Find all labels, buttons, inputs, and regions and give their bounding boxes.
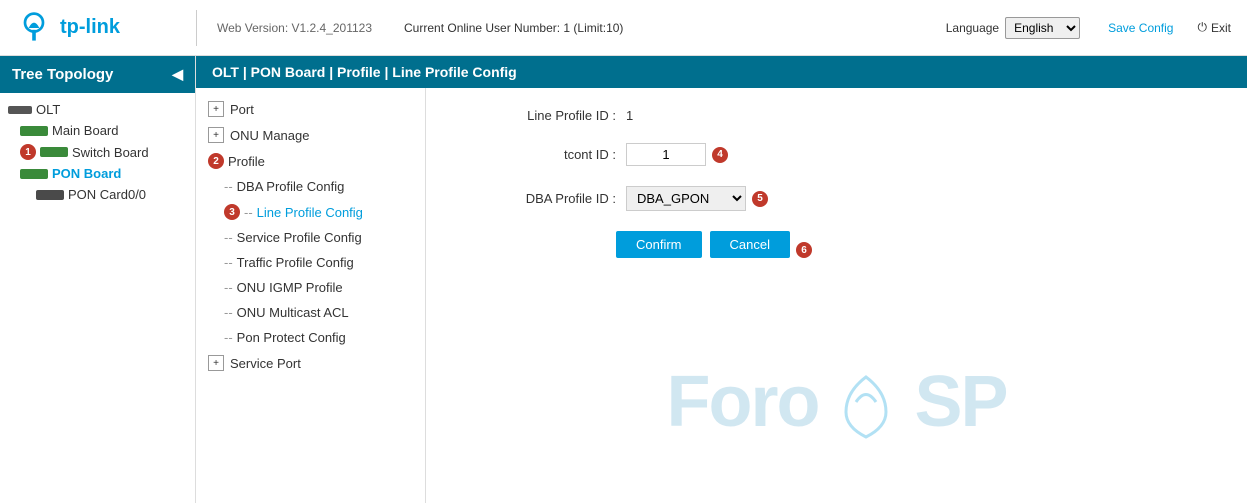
sidebar-item-olt[interactable]: OLT (0, 99, 195, 120)
cancel-button[interactable]: Cancel (710, 231, 790, 258)
sidebar: Tree Topology ◀ OLT Main Board 1 Switch … (0, 56, 196, 503)
exit-button[interactable]: ⏻ Exit (1197, 20, 1231, 35)
nav-item-profile[interactable]: 2 Profile (196, 148, 425, 174)
tcont-id-input[interactable] (626, 143, 706, 166)
save-config-button[interactable]: Save Config (1108, 21, 1173, 35)
nav-item-dba-profile-config[interactable]: -- DBA Profile Config (196, 174, 425, 199)
form-row-dba-profile-id: DBA Profile ID : DBA_GPON DBA_EPON 5 (456, 186, 1217, 211)
language-label: Language (946, 21, 999, 35)
sidebar-item-label-main-board: Main Board (52, 123, 118, 138)
form-panel: Foro SP Line Profile ID : (426, 88, 1247, 503)
service-port-expand-icon[interactable]: + (208, 355, 224, 371)
sidebar-header: Tree Topology ◀ (0, 56, 195, 93)
sidebar-item-main-board[interactable]: Main Board (0, 120, 195, 141)
logo-text: tp-link (60, 16, 120, 39)
sidebar-item-label-pon-board: PON Board (52, 166, 121, 181)
sidebar-tree: OLT Main Board 1 Switch Board PON Board (0, 93, 195, 211)
sidebar-item-label-olt: OLT (36, 102, 60, 117)
nav-item-profile-label: Profile (228, 154, 265, 169)
sidebar-item-label-switch-board: Switch Board (72, 145, 149, 160)
switch-board-badge: 1 (20, 144, 36, 160)
nav-item-service-profile-config[interactable]: -- Service Profile Config (196, 225, 425, 250)
traffic-dash: -- (224, 255, 233, 270)
nav-item-onu-multicast-label: ONU Multicast ACL (237, 305, 349, 320)
language-selector[interactable]: Language English Chinese (946, 17, 1080, 39)
breadcrumb: OLT | PON Board | Profile | Line Profile… (196, 56, 1247, 88)
nav-item-line-profile-config[interactable]: 3 -- Line Profile Config (196, 199, 425, 225)
nav-item-traffic-profile-config[interactable]: -- Traffic Profile Config (196, 250, 425, 275)
nav-item-port[interactable]: + Port (196, 96, 425, 122)
service-dash: -- (224, 230, 233, 245)
line-profile-id-value: 1 (626, 108, 633, 123)
nav-item-onu-igmp-label: ONU IGMP Profile (237, 280, 343, 295)
nav-item-onu-manage-label: ONU Manage (230, 128, 309, 143)
multicast-dash: -- (224, 305, 233, 320)
sidebar-item-label-pon-card: PON Card0/0 (68, 187, 146, 202)
form-content: Line Profile ID : 1 tcont ID : 4 DBA Pro… (456, 108, 1217, 258)
profile-badge: 2 (208, 153, 224, 169)
online-users-label: Current Online User Number: 1 (Limit:10) (404, 21, 623, 35)
dba-dash: -- (224, 179, 233, 194)
igmp-dash: -- (224, 280, 233, 295)
nav-item-service-profile-label: Service Profile Config (237, 230, 362, 245)
pon-protect-dash: -- (224, 330, 233, 345)
tcont-id-label: tcont ID : (456, 147, 616, 162)
form-row-tcont-id: tcont ID : 4 (456, 143, 1217, 166)
pon-board-icon (20, 169, 48, 179)
form-row-buttons: Confirm Cancel 6 (616, 231, 1217, 258)
watermark-icon (836, 372, 896, 442)
dba-profile-id-select[interactable]: DBA_GPON DBA_EPON (626, 186, 746, 211)
line-profile-id-label: Line Profile ID : (456, 108, 616, 123)
content-split: + Port + ONU Manage 2 Profile -- DBA Pro… (196, 88, 1247, 503)
app-header: tp-link Web Version: V1.2.4_201123 Curre… (0, 0, 1247, 56)
content-area: OLT | PON Board | Profile | Line Profile… (196, 56, 1247, 503)
line-profile-badge: 3 (224, 204, 240, 220)
nav-item-service-port-label: Service Port (230, 356, 301, 371)
nav-item-traffic-profile-label: Traffic Profile Config (237, 255, 354, 270)
port-expand-icon[interactable]: + (208, 101, 224, 117)
nav-panel: + Port + ONU Manage 2 Profile -- DBA Pro… (196, 88, 426, 503)
nav-item-onu-manage[interactable]: + ONU Manage (196, 122, 425, 148)
tplink-logo-icon (16, 10, 52, 46)
nav-item-service-port[interactable]: + Service Port (196, 350, 425, 376)
tcont-step-badge: 4 (712, 147, 728, 163)
main-board-icon (20, 126, 48, 136)
watermark: Foro SP (666, 361, 1006, 443)
watermark-text: Foro SP (666, 361, 1006, 443)
nav-item-pon-protect-label: Pon Protect Config (237, 330, 346, 345)
confirm-button[interactable]: Confirm (616, 231, 702, 258)
nav-item-port-label: Port (230, 102, 254, 117)
breadcrumb-text: OLT | PON Board | Profile | Line Profile… (212, 64, 517, 80)
dba-step-badge: 5 (752, 191, 768, 207)
form-row-line-profile-id: Line Profile ID : 1 (456, 108, 1217, 123)
sidebar-title: Tree Topology (12, 66, 113, 83)
onu-manage-expand-icon[interactable]: + (208, 127, 224, 143)
sidebar-item-pon-card[interactable]: PON Card0/0 (0, 184, 195, 205)
sidebar-collapse-icon[interactable]: ◀ (172, 66, 183, 83)
header-divider (196, 10, 197, 46)
olt-device-icon (8, 106, 32, 114)
line-dash: -- (244, 205, 253, 220)
switch-board-icon (40, 147, 68, 157)
sidebar-item-pon-board[interactable]: PON Board (0, 163, 195, 184)
logo: tp-link (16, 10, 176, 46)
exit-label: Exit (1211, 21, 1231, 35)
sidebar-item-switch-board[interactable]: 1 Switch Board (0, 141, 195, 163)
nav-item-pon-protect-config[interactable]: -- Pon Protect Config (196, 325, 425, 350)
nav-item-dba-profile-label: DBA Profile Config (237, 179, 345, 194)
nav-item-line-profile-label: Line Profile Config (257, 205, 363, 220)
dba-profile-id-label: DBA Profile ID : (456, 191, 616, 206)
power-icon: ⏻ (1197, 20, 1207, 35)
confirm-step-badge: 6 (796, 242, 812, 258)
main-layout: Tree Topology ◀ OLT Main Board 1 Switch … (0, 56, 1247, 503)
nav-item-onu-igmp-profile[interactable]: -- ONU IGMP Profile (196, 275, 425, 300)
pon-card-icon (36, 190, 64, 200)
nav-item-onu-multicast-acl[interactable]: -- ONU Multicast ACL (196, 300, 425, 325)
language-dropdown[interactable]: English Chinese (1005, 17, 1080, 39)
version-label: Web Version: V1.2.4_201123 (217, 21, 372, 35)
